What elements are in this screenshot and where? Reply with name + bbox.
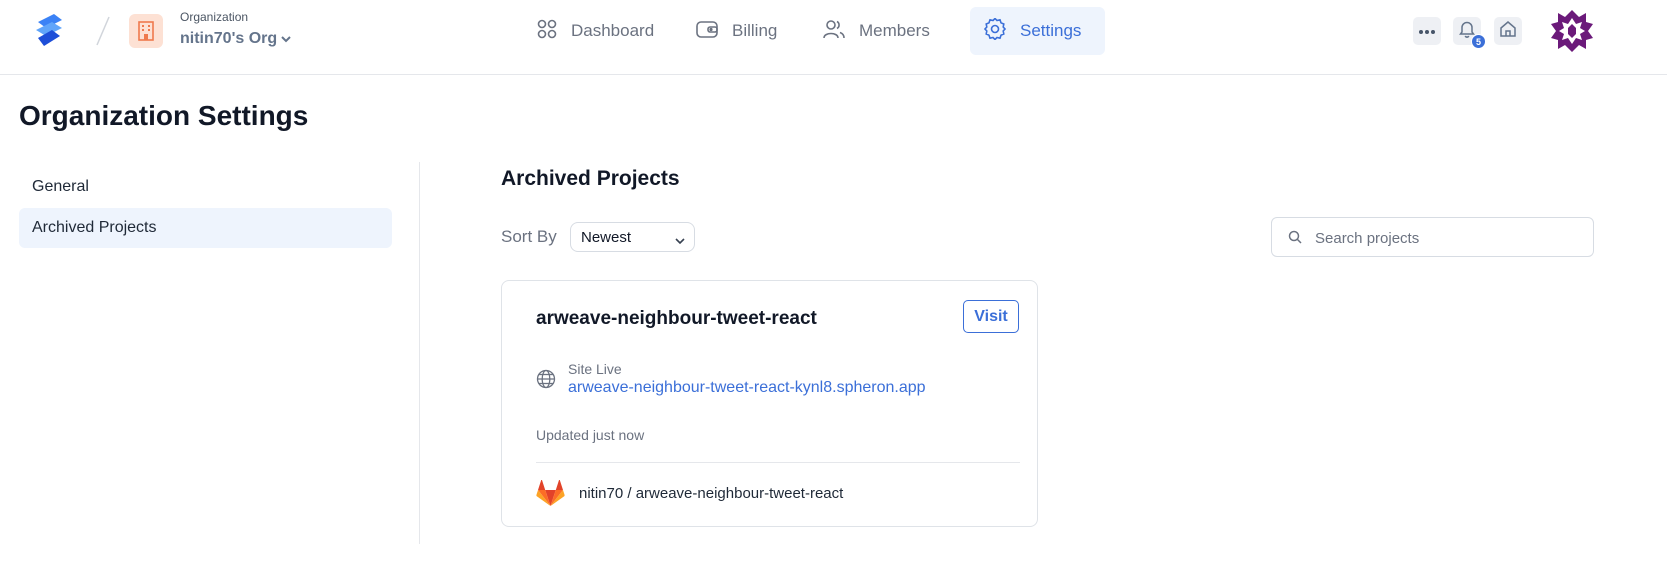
sort-select[interactable]: Newest <box>570 222 695 252</box>
globe-icon <box>536 369 556 394</box>
nav-dashboard-label: Dashboard <box>571 21 655 40</box>
notification-count-badge: 5 <box>1471 34 1486 49</box>
visit-button[interactable]: Visit <box>963 300 1019 333</box>
nav-billing-label: Billing <box>732 21 778 40</box>
sort-by-label: Sort By <box>501 227 557 246</box>
vertical-divider <box>419 162 420 544</box>
breadcrumb-separator <box>96 16 110 46</box>
chevron-down-icon <box>281 30 291 48</box>
search-projects-input[interactable] <box>1315 227 1575 249</box>
sidebar-item-archived-projects[interactable]: Archived Projects <box>19 208 392 248</box>
nav-dashboard[interactable]: Dashboard <box>523 7 668 55</box>
nav-billing[interactable]: Billing <box>682 7 791 55</box>
organization-switcher[interactable]: nitin70's Org <box>180 30 291 48</box>
organization-building-icon <box>129 14 163 48</box>
page-title: Organization Settings <box>19 100 309 131</box>
nav-settings-label: Settings <box>1020 21 1082 40</box>
project-name: arweave-neighbour-tweet-react <box>536 308 817 329</box>
repository-name[interactable]: nitin70 / arweave-neighbour-tweet-react <box>579 485 843 502</box>
top-bar: Organization nitin70's Org Dashboard Bil… <box>0 0 1667 75</box>
chevron-down-icon <box>675 232 685 249</box>
gear-icon <box>983 16 1007 45</box>
home-button[interactable] <box>1494 17 1522 45</box>
updated-timestamp: Updated just now <box>536 427 645 443</box>
organization-caption: Organization <box>180 10 249 24</box>
dashboard-grid-icon <box>537 19 557 44</box>
sort-select-value: Newest <box>581 228 632 246</box>
card-divider <box>536 462 1020 463</box>
nav-members[interactable]: Members <box>809 7 944 55</box>
users-icon <box>823 19 845 44</box>
search-box <box>1271 217 1594 257</box>
search-icon <box>1288 230 1302 249</box>
sidebar-item-general[interactable]: General <box>19 167 392 207</box>
site-url-link[interactable]: arweave-neighbour-tweet-react-kynl8.sphe… <box>568 379 926 397</box>
site-live-label: Site Live <box>568 361 622 377</box>
organization-name: nitin70's Org <box>180 30 278 47</box>
home-icon <box>1499 20 1517 43</box>
gitlab-icon <box>536 479 565 512</box>
nav-settings[interactable]: Settings <box>970 7 1105 55</box>
more-options-button[interactable] <box>1413 17 1441 45</box>
ellipsis-icon <box>1418 22 1436 40</box>
settings-sidebar: General Archived Projects <box>19 167 392 249</box>
project-card: arweave-neighbour-tweet-react Visit Site… <box>501 280 1038 527</box>
spheron-logo-icon[interactable] <box>32 12 66 50</box>
nav-members-label: Members <box>859 21 930 40</box>
user-avatar[interactable] <box>1549 8 1595 54</box>
section-title: Archived Projects <box>501 167 680 190</box>
wallet-icon <box>696 19 718 44</box>
